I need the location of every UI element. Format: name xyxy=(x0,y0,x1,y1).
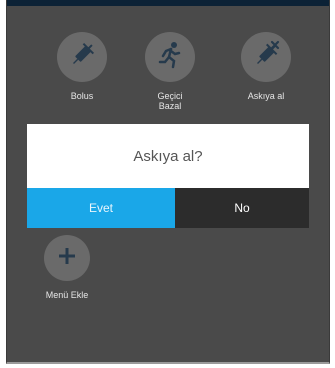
no-button[interactable]: No xyxy=(175,188,309,228)
app-screen: Bolus Geçici Bazal Askıya al Askıya al? … xyxy=(6,0,330,364)
running-person-icon xyxy=(155,40,185,75)
top-bar xyxy=(7,0,329,6)
syringe-icon xyxy=(67,40,97,75)
menu-circle xyxy=(57,32,107,82)
syringe-cancel-icon xyxy=(251,40,281,75)
menu-item-temp-basal[interactable]: Geçici Bazal xyxy=(130,32,210,111)
yes-button[interactable]: Evet xyxy=(27,188,175,228)
menu-circle xyxy=(44,235,90,281)
dialog-actions: Evet No xyxy=(27,188,309,228)
plus-icon xyxy=(56,245,78,272)
menu-label-temp-basal: Geçici Bazal xyxy=(157,91,183,111)
add-menu-label: Menü Ekle xyxy=(45,290,89,300)
confirm-dialog: Askıya al? Evet No xyxy=(27,124,309,228)
menu-label-bolus: Bolus xyxy=(70,91,94,101)
dialog-message: Askıya al? xyxy=(27,124,309,188)
menu-circle xyxy=(145,32,195,82)
menu-circle xyxy=(241,32,291,82)
menu-item-suspend[interactable]: Askıya al xyxy=(226,32,306,101)
menu-item-bolus[interactable]: Bolus xyxy=(42,32,122,101)
menu-label-suspend: Askıya al xyxy=(247,91,285,101)
add-menu-item[interactable]: Menü Ekle xyxy=(31,235,103,300)
